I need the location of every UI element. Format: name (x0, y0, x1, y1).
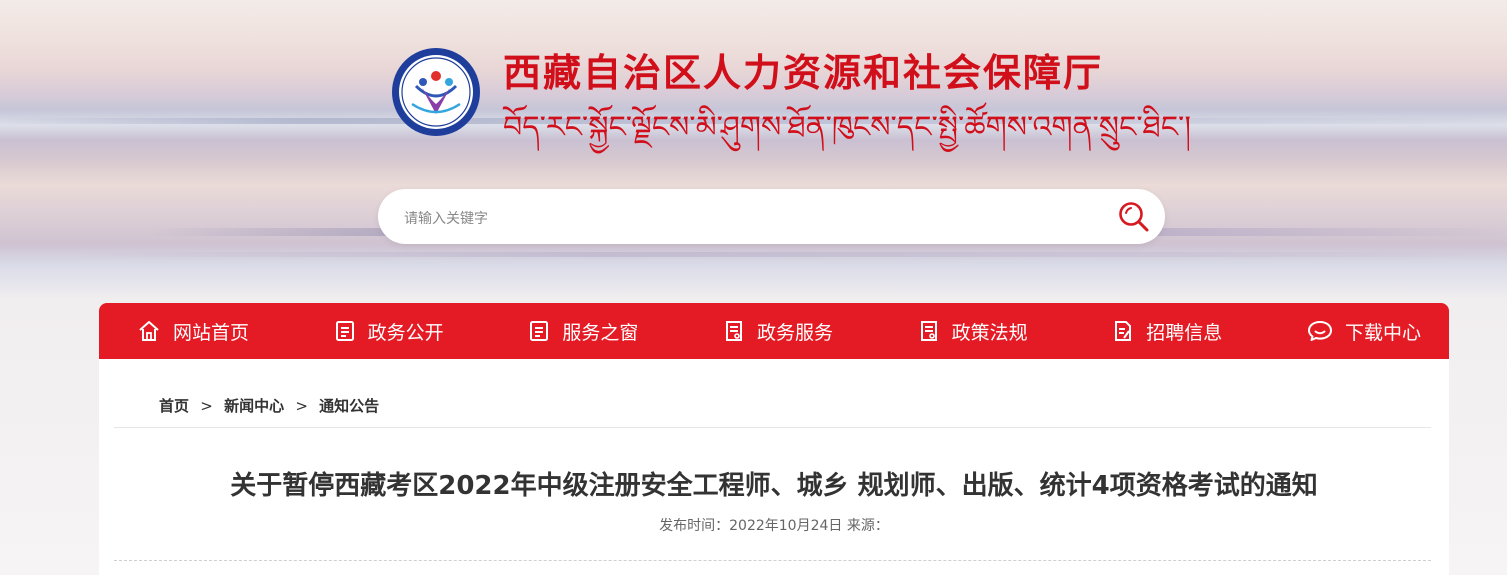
nav-item-label: 招聘信息 (1146, 321, 1223, 344)
nav-item-recruitment[interactable]: 招聘信息 (1112, 318, 1222, 345)
nav-item-label: 政策法规 (951, 321, 1028, 344)
nav-item-label: 下载中心 (1344, 321, 1421, 344)
main-content: 首页 > 新闻中心 > 通知公告 关于暂停西藏考区2022年中级注册安全工程师、… (99, 359, 1449, 575)
background-streak (0, 252, 1507, 257)
breadcrumb-home-link[interactable]: 首页 (159, 397, 189, 415)
nav-item-label: 网站首页 (173, 321, 250, 344)
nav-item-label: 政务服务 (756, 321, 833, 344)
search-input[interactable] (402, 189, 1106, 246)
nav-item-downloads[interactable]: 下载中心 (1307, 318, 1421, 345)
search-button[interactable] (1117, 200, 1151, 234)
breadcrumb-separator: > (295, 397, 308, 415)
chat-icon (1307, 321, 1332, 341)
nav-item-home[interactable]: 网站首页 (137, 318, 249, 345)
site-title: 西藏自治区人力资源和社会保障厅 (503, 51, 1104, 95)
nav-item-government-services[interactable]: 政务服务 (723, 318, 833, 345)
edit-document-icon (1115, 321, 1132, 341)
dashed-divider (114, 560, 1431, 561)
breadcrumb-notices-link[interactable]: 通知公告 (319, 397, 379, 415)
article-title: 关于暂停西藏考区2022年中级注册安全工程师、城乡 规划师、出版、统计4项资格考… (230, 471, 1318, 501)
main-nav: 网站首页 政务公开 服务之窗 政务服务 政策法规 招聘信息 下载中心 (99, 303, 1449, 359)
document-icon (530, 321, 549, 341)
breadcrumb: 首页 > 新闻中心 > 通知公告 (159, 395, 379, 416)
form-icon (725, 321, 742, 341)
nav-item-label: 服务之窗 (562, 321, 639, 344)
site-title-tibetan: བོད་རང་སྐྱོང་ལྗོངས་མི་ཤུགས་ཐོན་ཁུངས་དང་ས… (503, 110, 1192, 145)
search-bar (378, 189, 1165, 246)
form-icon (920, 321, 937, 341)
nav-item-policies[interactable]: 政策法规 (918, 318, 1028, 345)
breadcrumb-separator: > (200, 397, 213, 415)
search-icon (1119, 202, 1149, 232)
document-icon (335, 321, 354, 341)
site-logo[interactable] (390, 46, 482, 138)
people-emblem-logo-icon (392, 48, 480, 136)
nav-item-service-window[interactable]: 服务之窗 (528, 318, 638, 345)
nav-item-label: 政务公开 (367, 321, 444, 344)
nav-item-government-affairs[interactable]: 政务公开 (334, 318, 444, 345)
breadcrumb-news-link[interactable]: 新闻中心 (224, 397, 284, 415)
divider (114, 427, 1431, 428)
home-icon (139, 321, 159, 341)
article-meta: 发布时间：2022年10月24日 来源： (659, 518, 889, 534)
